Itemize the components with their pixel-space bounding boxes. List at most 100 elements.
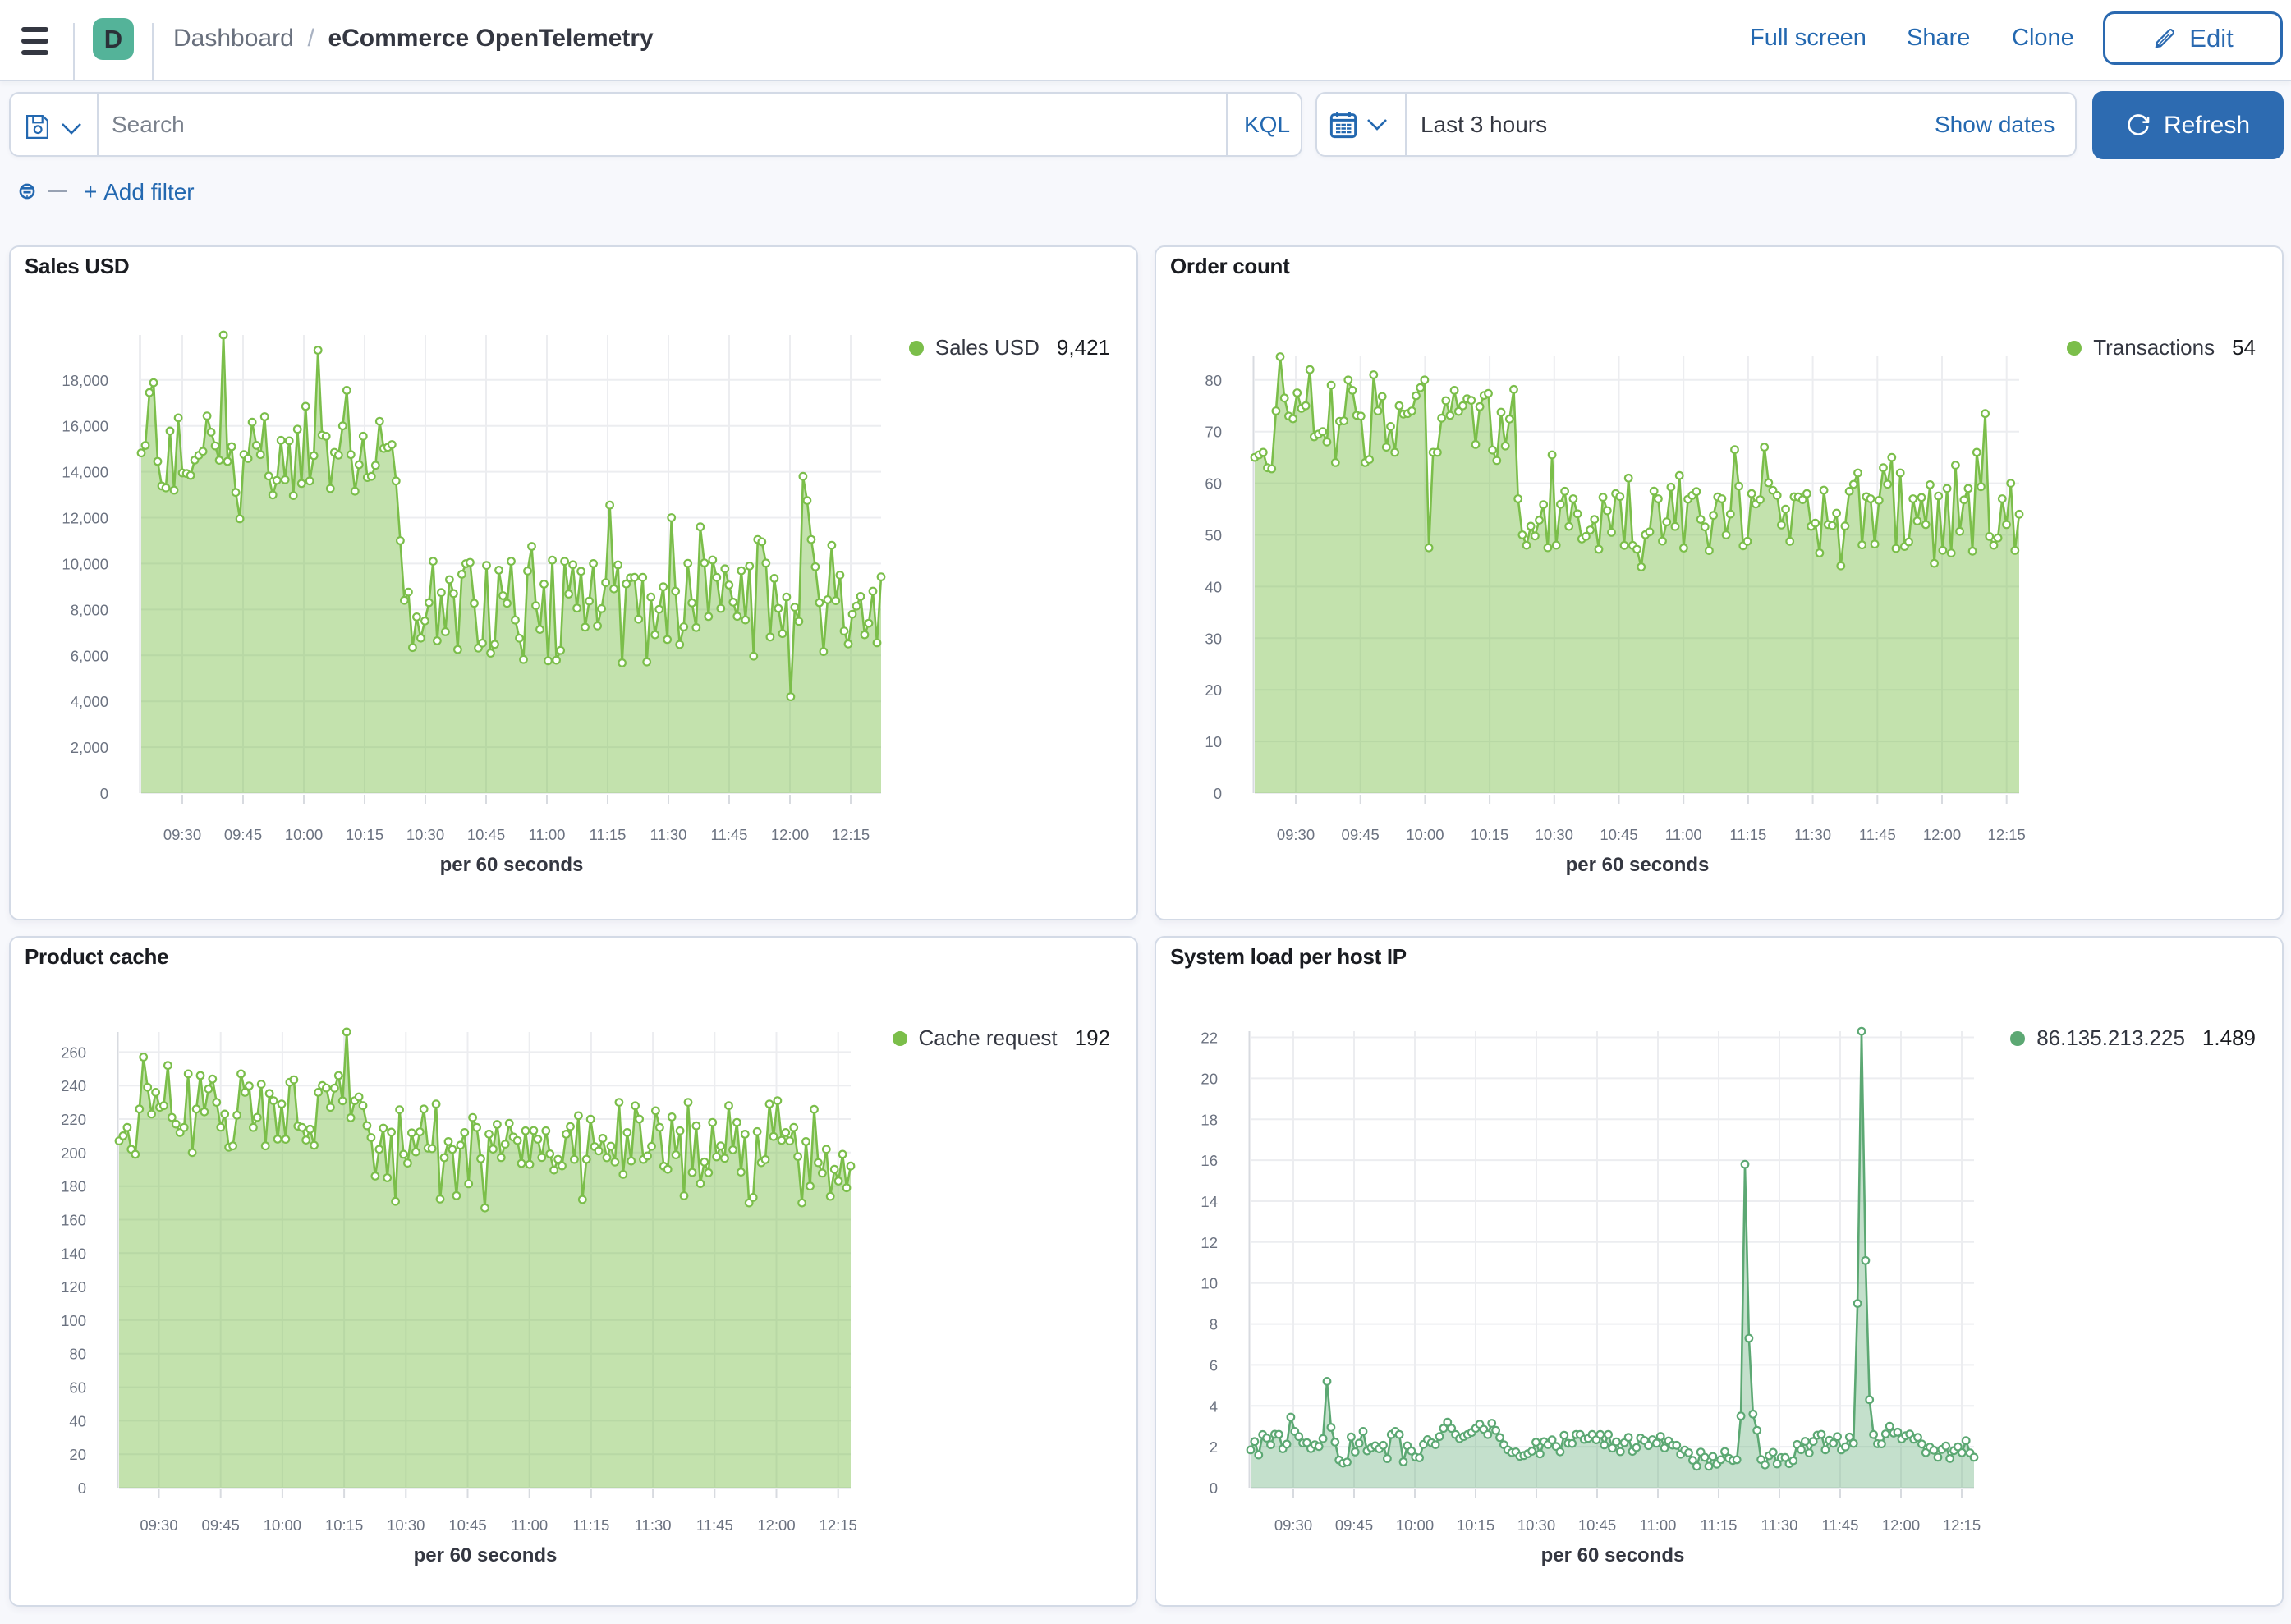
- svg-text:10,000: 10,000: [62, 555, 108, 572]
- svg-text:10:00: 10:00: [1396, 1516, 1434, 1534]
- svg-text:6: 6: [1210, 1356, 1218, 1374]
- svg-text:0: 0: [100, 785, 108, 802]
- svg-text:10:45: 10:45: [1578, 1516, 1616, 1534]
- svg-text:10:15: 10:15: [325, 1516, 363, 1534]
- svg-text:10:45: 10:45: [1600, 826, 1637, 843]
- svg-text:10:45: 10:45: [448, 1516, 486, 1534]
- svg-text:11:00: 11:00: [1640, 1516, 1677, 1534]
- svg-text:30: 30: [1205, 630, 1222, 647]
- svg-text:20: 20: [1201, 1070, 1218, 1087]
- svg-text:12: 12: [1201, 1234, 1218, 1251]
- svg-text:11:00: 11:00: [1665, 826, 1702, 843]
- svg-text:14,000: 14,000: [62, 464, 108, 481]
- svg-text:50: 50: [1205, 527, 1222, 544]
- svg-text:12:00: 12:00: [771, 826, 809, 843]
- svg-text:20: 20: [1205, 681, 1222, 699]
- svg-text:10: 10: [1205, 733, 1222, 750]
- svg-text:2: 2: [1210, 1438, 1218, 1456]
- svg-text:Product cache: Product cache: [25, 944, 168, 969]
- svg-text:Order count: Order count: [1170, 254, 1290, 278]
- svg-text:12:15: 12:15: [820, 1516, 857, 1534]
- svg-text:09:30: 09:30: [1277, 826, 1315, 843]
- svg-text:10:00: 10:00: [264, 1516, 301, 1534]
- svg-text:220: 220: [61, 1111, 86, 1128]
- svg-text:11:00: 11:00: [511, 1516, 548, 1534]
- svg-text:0: 0: [78, 1479, 86, 1497]
- svg-text:11:15: 11:15: [1729, 826, 1766, 843]
- svg-text:200: 200: [61, 1145, 86, 1162]
- svg-text:11:15: 11:15: [1701, 1516, 1738, 1534]
- svg-text:10:30: 10:30: [406, 826, 444, 843]
- svg-text:11:15: 11:15: [572, 1516, 609, 1534]
- svg-text:09:45: 09:45: [224, 826, 262, 843]
- svg-text:10:30: 10:30: [1536, 826, 1573, 843]
- svg-text:Sales USD: Sales USD: [25, 254, 129, 278]
- svg-text:4: 4: [1210, 1397, 1218, 1415]
- svg-text:11:45: 11:45: [696, 1516, 733, 1534]
- svg-text:11:15: 11:15: [590, 826, 627, 843]
- svg-text:11:30: 11:30: [1794, 826, 1831, 843]
- svg-text:10:15: 10:15: [1471, 826, 1508, 843]
- svg-text:11:30: 11:30: [650, 826, 687, 843]
- svg-text:20: 20: [69, 1446, 86, 1463]
- svg-text:12:15: 12:15: [1988, 826, 2026, 843]
- svg-text:8: 8: [1210, 1316, 1218, 1333]
- svg-text:260: 260: [61, 1044, 86, 1061]
- svg-text:12:15: 12:15: [832, 826, 870, 843]
- svg-text:16,000: 16,000: [62, 418, 108, 435]
- svg-text:8,000: 8,000: [71, 601, 108, 618]
- svg-text:10:45: 10:45: [467, 826, 505, 843]
- svg-text:18,000: 18,000: [62, 372, 108, 389]
- svg-text:11:00: 11:00: [529, 826, 566, 843]
- svg-text:11:30: 11:30: [635, 1516, 672, 1534]
- svg-text:11:45: 11:45: [1822, 1516, 1859, 1534]
- svg-text:160: 160: [61, 1212, 86, 1229]
- svg-text:10:15: 10:15: [1457, 1516, 1494, 1534]
- svg-text:09:45: 09:45: [1335, 1516, 1373, 1534]
- svg-text:0: 0: [1214, 785, 1222, 802]
- svg-text:60: 60: [1205, 475, 1222, 493]
- svg-text:11:45: 11:45: [711, 826, 748, 843]
- svg-text:70: 70: [1205, 424, 1222, 441]
- svg-text:10:30: 10:30: [1517, 1516, 1555, 1534]
- svg-text:09:45: 09:45: [1342, 826, 1380, 843]
- svg-text:0: 0: [1210, 1479, 1218, 1497]
- svg-text:60: 60: [69, 1379, 86, 1397]
- svg-text:10:00: 10:00: [285, 826, 323, 843]
- svg-text:22: 22: [1201, 1030, 1218, 1047]
- svg-text:per 60 seconds: per 60 seconds: [1566, 854, 1710, 876]
- svg-text:2,000: 2,000: [71, 739, 108, 756]
- svg-text:11:45: 11:45: [1859, 826, 1896, 843]
- svg-text:140: 140: [61, 1245, 86, 1262]
- svg-text:09:45: 09:45: [202, 1516, 240, 1534]
- svg-text:80: 80: [69, 1346, 86, 1363]
- svg-text:09:30: 09:30: [1274, 1516, 1312, 1534]
- svg-text:12:00: 12:00: [1923, 826, 1961, 843]
- svg-text:09:30: 09:30: [163, 826, 201, 843]
- svg-text:12:00: 12:00: [1882, 1516, 1920, 1534]
- svg-text:80: 80: [1205, 372, 1222, 389]
- svg-text:System load per host IP: System load per host IP: [1170, 944, 1407, 969]
- svg-text:180: 180: [61, 1178, 86, 1195]
- svg-text:14: 14: [1201, 1193, 1218, 1210]
- svg-text:09:30: 09:30: [140, 1516, 177, 1534]
- svg-text:120: 120: [61, 1278, 86, 1296]
- svg-text:4,000: 4,000: [71, 693, 108, 710]
- svg-text:40: 40: [69, 1412, 86, 1429]
- svg-text:12:15: 12:15: [1943, 1516, 1981, 1534]
- svg-text:10:15: 10:15: [346, 826, 383, 843]
- svg-text:11:30: 11:30: [1761, 1516, 1798, 1534]
- svg-text:12,000: 12,000: [62, 510, 108, 527]
- svg-text:per 60 seconds: per 60 seconds: [414, 1544, 558, 1567]
- svg-text:6,000: 6,000: [71, 647, 108, 664]
- svg-text:12:00: 12:00: [757, 1516, 795, 1534]
- svg-text:per 60 seconds: per 60 seconds: [440, 854, 584, 876]
- svg-text:16: 16: [1201, 1152, 1218, 1169]
- svg-text:10:00: 10:00: [1406, 826, 1444, 843]
- svg-text:per 60 seconds: per 60 seconds: [1541, 1544, 1685, 1567]
- svg-text:18: 18: [1201, 1111, 1218, 1128]
- svg-text:10: 10: [1201, 1275, 1218, 1292]
- svg-text:10:30: 10:30: [387, 1516, 425, 1534]
- svg-text:100: 100: [61, 1312, 86, 1329]
- svg-text:40: 40: [1205, 578, 1222, 595]
